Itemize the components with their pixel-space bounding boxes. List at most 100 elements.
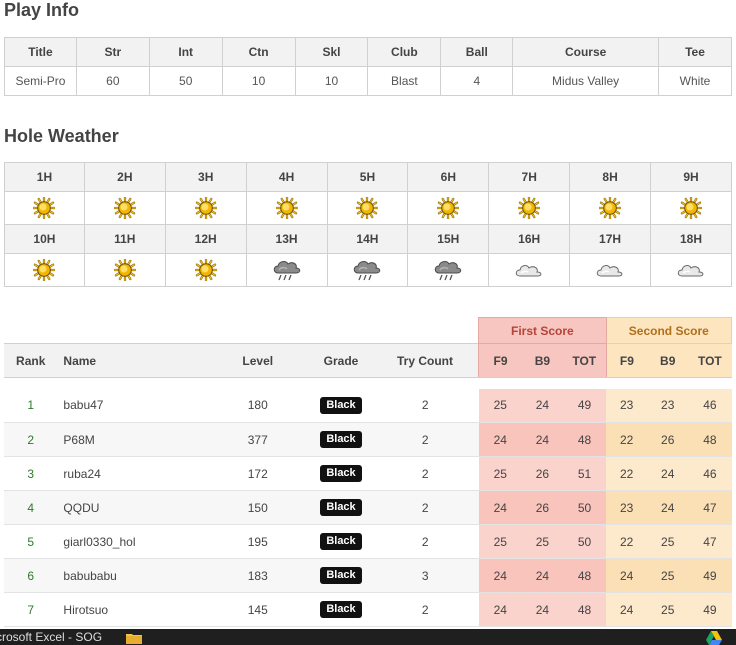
level-header[interactable]: Level — [205, 343, 311, 378]
second-f9-score: 22 — [606, 524, 648, 559]
taskbar-excel-label[interactable]: crosoft Excel - SOG — [0, 630, 102, 644]
rank-cell: 7 — [4, 592, 58, 627]
hole-label-5h: 5H — [326, 162, 409, 192]
rain-cloud-icon — [351, 258, 383, 282]
hole-weather-cell-13h — [245, 253, 328, 287]
level-cell: 195 — [205, 524, 311, 559]
rank-header[interactable]: Rank — [4, 343, 58, 378]
grade-cell: Black — [310, 456, 372, 491]
second-b9-score: 25 — [647, 558, 689, 593]
cloud-icon — [595, 261, 625, 279]
level-cell: 377 — [205, 422, 311, 457]
play-info-value-course: Midus Valley — [512, 66, 660, 96]
hole-weather-cell-14h — [326, 253, 409, 287]
score-row[interactable]: 6 babubabu 183 Black 3 24 24 48 24 25 49 — [4, 558, 732, 593]
rank-cell: 1 — [4, 388, 58, 423]
first-score-group-header: First Score — [478, 317, 607, 344]
first-f9-score: 24 — [478, 592, 522, 627]
second-tot-header[interactable]: TOT — [688, 343, 732, 378]
second-b9-score: 25 — [647, 524, 689, 559]
sun-icon — [113, 197, 136, 219]
rain-cloud-icon — [432, 258, 464, 282]
first-b9-score: 24 — [521, 388, 563, 423]
first-tot-score: 51 — [562, 456, 607, 491]
hole-label-16h: 16H — [488, 224, 571, 254]
grade-badge: Black — [320, 567, 362, 584]
second-b9-score: 23 — [647, 388, 689, 423]
grade-cell: Black — [310, 558, 372, 593]
first-tot-header[interactable]: TOT — [562, 343, 607, 378]
windows-taskbar: crosoft Excel - SOG — [0, 629, 736, 645]
play-info-header-ctn: Ctn — [221, 37, 296, 67]
grade-cell: Black — [310, 490, 372, 525]
try-count-cell: 2 — [371, 524, 479, 559]
score-row[interactable]: 3 ruba24 172 Black 2 25 26 51 22 24 46 — [4, 456, 732, 491]
name-header[interactable]: Name — [57, 343, 206, 378]
try-count-header[interactable]: Try Count — [371, 343, 479, 378]
hole-weather-cell-16h — [488, 253, 571, 287]
sun-icon — [599, 197, 622, 219]
hole-weather-cell-17h — [569, 253, 651, 287]
second-b9-score: 25 — [647, 592, 689, 627]
play-info-header-tee: Tee — [658, 37, 732, 67]
folder-icon[interactable] — [126, 632, 142, 645]
hole-weather-cell-4h — [245, 191, 328, 225]
grade-badge: Black — [320, 465, 362, 482]
grade-badge: Black — [320, 396, 362, 414]
grade-header[interactable]: Grade — [310, 343, 372, 378]
second-f9-score: 22 — [606, 422, 648, 457]
first-b9-score: 24 — [521, 592, 563, 627]
player-name: giarl0330_hol — [57, 524, 206, 559]
second-f9-header[interactable]: F9 — [606, 343, 648, 378]
second-tot-score: 46 — [688, 388, 732, 423]
sun-icon — [680, 197, 702, 219]
player-name: P68M — [57, 422, 206, 457]
level-cell: 183 — [205, 558, 311, 593]
first-b9-header[interactable]: B9 — [521, 343, 563, 378]
first-tot-score: 48 — [562, 592, 607, 627]
hole-weather-table: 1H 2H 3H 4H 5H 6H 7H 8H 9H 10H 11H 12H 13H 14H 15H 16H… — [4, 162, 732, 287]
player-name: QQDU — [57, 490, 206, 525]
second-f9-score: 22 — [606, 456, 648, 491]
player-name: babubabu — [57, 558, 206, 593]
try-count-cell: 2 — [371, 388, 479, 423]
second-f9-score: 23 — [606, 388, 648, 423]
play-info-table: Title Str Int Ctn Skl Club Ball Course Tee Semi-… — [4, 37, 732, 96]
hole-weather-cell-7h — [488, 191, 571, 225]
hole-weather-cell-12h — [164, 253, 247, 287]
score-row[interactable]: 5 giarl0330_hol 195 Black 2 25 25 50 22 25 47 — [4, 524, 732, 559]
google-drive-icon[interactable] — [706, 631, 722, 645]
second-b9-score: 24 — [647, 490, 689, 525]
first-f9-header[interactable]: F9 — [478, 343, 522, 378]
score-table: First Score Second Score Rank Name Level… — [4, 317, 733, 627]
second-tot-score: 49 — [688, 592, 732, 627]
score-row[interactable]: 7 Hirotsuo 145 Black 2 24 24 48 24 25 49 — [4, 592, 732, 627]
cloud-icon — [676, 261, 706, 279]
play-info-header-int: Int — [148, 37, 223, 67]
rank-cell: 2 — [4, 422, 58, 457]
score-row[interactable]: 1 babu47 180 Black 2 25 24 49 23 23 46 — [4, 388, 732, 423]
sun-icon — [113, 259, 136, 281]
first-tot-score: 49 — [562, 388, 607, 423]
play-info-value-str: 60 — [75, 66, 150, 96]
rain-cloud-icon — [271, 258, 303, 282]
group-header-blank — [4, 318, 479, 344]
second-tot-score: 47 — [688, 490, 732, 525]
hole-weather-cell-3h — [164, 191, 247, 225]
cloud-icon — [514, 261, 544, 279]
grade-cell: Black — [310, 422, 372, 457]
hole-label-14h: 14H — [326, 224, 409, 254]
first-f9-score: 25 — [478, 456, 522, 491]
second-f9-score: 24 — [606, 558, 648, 593]
hole-label-17h: 17H — [569, 224, 651, 254]
player-name: ruba24 — [57, 456, 206, 491]
score-row[interactable]: 2 P68M 377 Black 2 24 24 48 22 26 48 — [4, 422, 732, 457]
second-b9-header[interactable]: B9 — [647, 343, 689, 378]
play-info-value-title: Semi-Pro — [4, 66, 77, 96]
score-row[interactable]: 4 QQDU 150 Black 2 24 26 50 23 24 47 — [4, 490, 732, 525]
rank-cell: 4 — [4, 490, 58, 525]
second-tot-score: 49 — [688, 558, 732, 593]
sun-icon — [275, 197, 298, 219]
hole-weather-cell-11h — [83, 253, 166, 287]
sun-icon — [518, 197, 541, 219]
